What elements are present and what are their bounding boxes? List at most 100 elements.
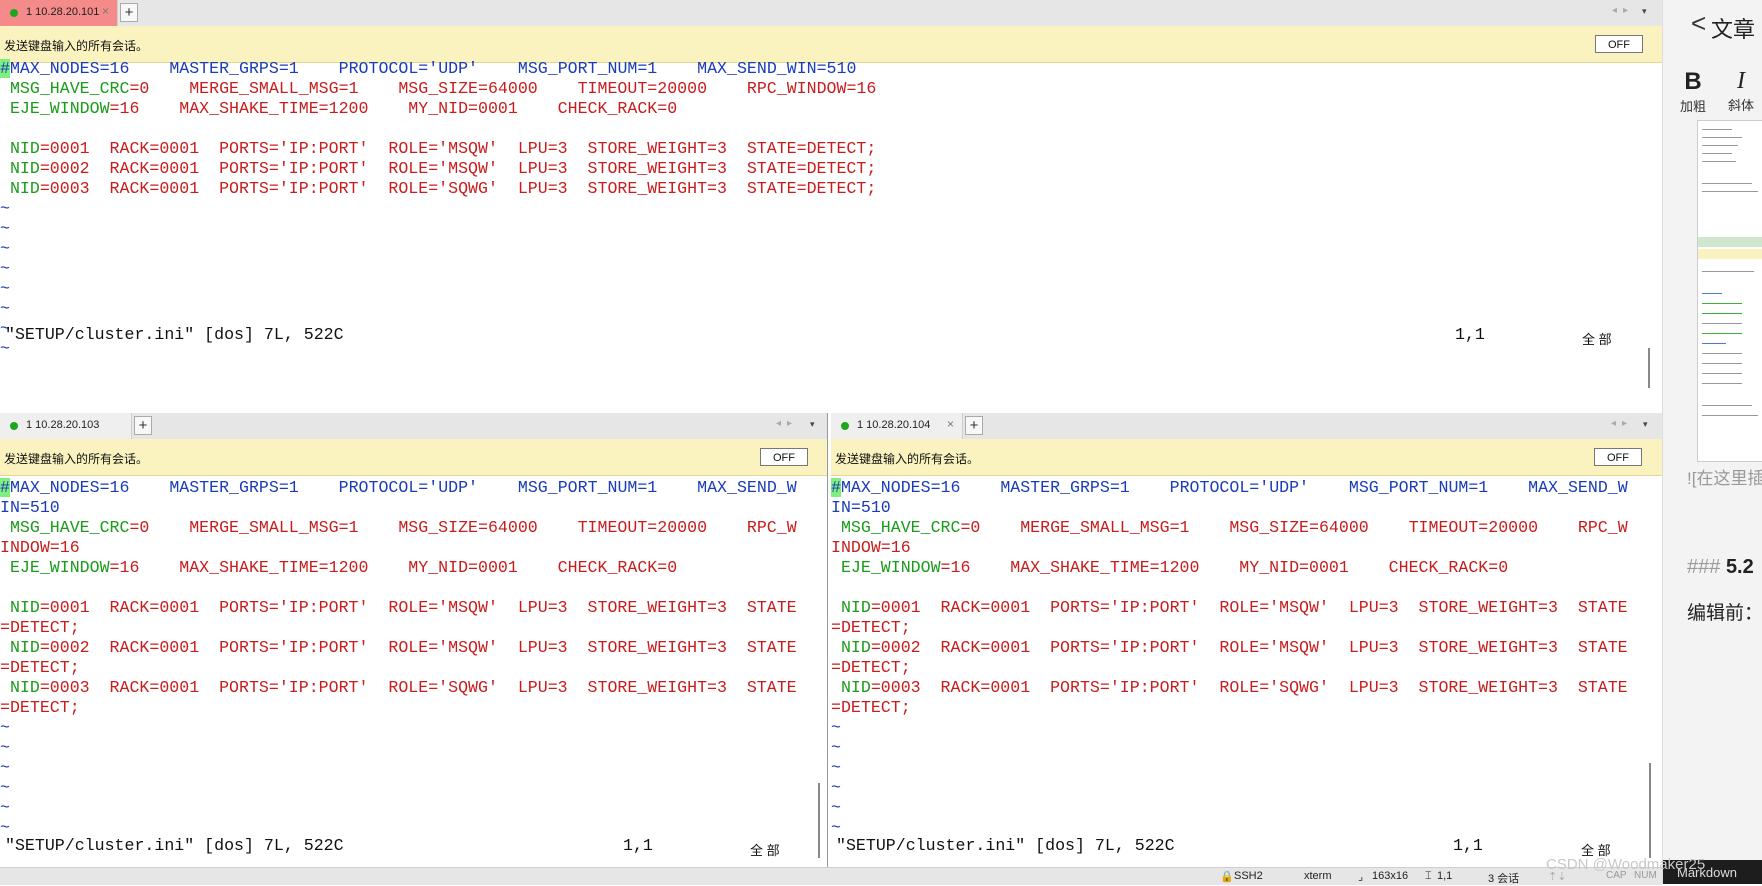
buffer-text: TIMEOUT=20000 [577,518,747,537]
connected-icon [10,422,18,430]
buffer-line: NID=0002 RACK=0001 PORTS='IP:PORT' ROLE=… [0,638,827,658]
tab-session-101[interactable]: 1 10.28.20.101 × [0,0,118,26]
broadcast-text: 发送键盘输入的所有会话。 [4,452,149,466]
buffer-line: NID=0001 RACK=0001 PORTS='IP:PORT' ROLE=… [831,598,1662,618]
buffer-text: CHECK_RACK=0 [557,558,678,577]
add-tab-button[interactable]: + [965,416,983,435]
buffer-text: PROTOCOL='UDP' [338,478,518,497]
vim-buffer-bottom-left[interactable]: #MAX_NODES=16 MASTER_GRPS=1 PROTOCOL='UD… [0,478,827,838]
back-icon[interactable]: < [1691,8,1706,39]
sidebar-title: 文章 [1711,17,1756,42]
buffer-text: =0001 RACK=0001 PORTS='IP:PORT' ROLE='MS… [39,598,797,617]
text-cursor: # [831,478,841,497]
buffer-text: MSG_PORT_NUM=1 [1348,478,1529,497]
buffer-text: MAX_NODES [9,59,100,78]
buffer-text: MSG_HAVE_CRC [831,518,961,537]
empty-line-marker: ~ [0,798,10,817]
buffer-text: MY_NID=0001 [1239,558,1389,577]
buffer-text: MERGE_SMALL_MSG=1 [189,79,399,98]
buffer-text: =0 [960,518,1021,537]
app-status-bar: 🔒 SSH2 xterm ⌟ 163x16 ⌶ 1,1 3 会话 ⇡⇣ CAP … [0,867,1662,885]
scrollbar[interactable] [1648,348,1650,388]
vim-scroll-indicator: 全 部 [750,843,780,858]
broadcast-off-button[interactable]: OFF [1594,448,1642,466]
empty-line-marker: ~ [0,279,10,298]
screenshot-thumbnail [1697,120,1762,462]
vim-buffer-top[interactable]: #MAX_NODES=16 MASTER_GRPS=1 PROTOCOL='UD… [0,59,1662,359]
buffer-line: NID=0002 RACK=0001 PORTS='IP:PORT' ROLE=… [831,638,1662,658]
image-placeholder-text: ![在这里插 [1687,469,1762,488]
buffer-line: #MAX_NODES=16 MASTER_GRPS=1 PROTOCOL='UD… [831,478,1662,498]
buffer-text: MAX_NODES [840,478,931,497]
buffer-line: #MAX_NODES=16 MASTER_GRPS=1 PROTOCOL='UD… [0,59,1662,79]
buffer-text: =0003 RACK=0001 PORTS='IP:PORT' ROLE='SQ… [39,678,797,697]
buffer-text: EJE_WINDOW [0,99,110,118]
buffer-text: EJE_WINDOW [0,558,110,577]
buffer-line: =DETECT; [831,618,1662,638]
scrollbar[interactable] [818,783,820,858]
italic-button[interactable]: I 斜体 [1723,68,1759,114]
add-tab-button[interactable]: + [134,416,152,435]
close-icon[interactable]: × [102,4,109,18]
vim-scroll-indicator: 全 部 [1582,332,1612,347]
cursor-icon: ⌶ [1425,870,1432,882]
terminal-pane-bottom-right[interactable]: 1 10.28.20.104 × + ◂▸ ▾ 发送键盘输入的所有会话。 OFF… [831,413,1662,867]
buffer-line: EJE_WINDOW=16 MAX_SHAKE_TIME=1200 MY_NID… [831,558,1662,578]
buffer-line: INDOW=16 [0,538,827,558]
tab-scroll-icons[interactable]: ◂▸ [1611,418,1633,429]
empty-line-marker: ~ [0,219,10,238]
tab-session-104[interactable]: 1 10.28.20.104 × [831,413,963,439]
empty-line-marker: ~ [0,758,10,777]
buffer-text: =0002 RACK=0001 PORTS='IP:PORT' ROLE='MS… [39,638,797,657]
add-tab-button[interactable]: + [120,3,138,22]
buffer-text: =16 [109,99,180,118]
buffer-text: RPC_WINDOW=16 [746,79,877,98]
empty-line-marker: ~ [0,299,10,318]
broadcast-off-button[interactable]: OFF [760,448,808,466]
broadcast-off-button[interactable]: OFF [1595,35,1643,53]
empty-line-marker: ~ [0,718,10,737]
close-icon[interactable]: × [947,417,954,431]
buffer-text: =DETECT; [831,698,911,717]
empty-line-marker: ~ [831,778,841,797]
buffer-text: NID [0,159,40,178]
tab-scroll-icons[interactable]: ◂▸ [1612,5,1634,16]
buffer-text: RPC_W [746,518,797,537]
buffer-text: MASTER_GRPS=1 [1000,478,1170,497]
tab-menu-icon[interactable]: ▾ [1643,419,1648,430]
empty-line-marker: ~ [0,778,10,797]
buffer-text: =0001 RACK=0001 PORTS='IP:PORT' ROLE='MS… [870,598,1628,617]
terminal-pane-top[interactable]: 1 10.28.20.101 × + ◂▸ ▾ 发送键盘输入的所有会话。 OFF… [0,0,1663,410]
scrollbar[interactable] [1649,763,1651,858]
buffer-text: =DETECT; [0,618,80,637]
buffer-line: NID=0003 RACK=0001 PORTS='IP:PORT' ROLE=… [831,678,1662,698]
buffer-text: MERGE_SMALL_MSG=1 [1020,518,1230,537]
tab-session-103[interactable]: 1 10.28.20.103 [0,413,132,439]
empty-line-marker: ~ [831,798,841,817]
buffer-text: MY_NID=0001 [408,558,558,577]
buffer-line: NID=0001 RACK=0001 PORTS='IP:PORT' ROLE=… [0,139,1662,159]
buffer-text: PROTOCOL='UDP' [1169,478,1349,497]
buffer-text: NID [0,139,40,158]
text-cursor: # [0,59,10,78]
terminal-pane-bottom-left[interactable]: 1 10.28.20.103 + ◂▸ ▾ 发送键盘输入的所有会话。 OFF #… [0,413,828,867]
broadcast-bar-bottom-right: 发送键盘输入的所有会话。 OFF [831,439,1662,476]
buffer-text: NID [0,678,40,697]
tab-bar-bottom-right: 1 10.28.20.104 × + ◂▸ ▾ [831,413,1662,440]
heading-number: 5.2 [1725,556,1754,578]
buffer-text: =DETECT; [0,658,80,677]
tab-menu-icon[interactable]: ▾ [1642,6,1647,17]
buffer-text: =16 [109,558,180,577]
buffer-line: NID=0003 RACK=0001 PORTS='IP:PORT' ROLE=… [0,678,827,698]
vim-buffer-bottom-right[interactable]: #MAX_NODES=16 MASTER_GRPS=1 PROTOCOL='UD… [831,478,1662,838]
tab-menu-icon[interactable]: ▾ [810,419,815,430]
buffer-text: =16 [940,558,1011,577]
bold-button[interactable]: B 加粗 [1675,68,1711,115]
tab-scroll-icons[interactable]: ◂▸ [776,418,798,429]
buffer-text: =16 [930,478,1001,497]
heading-marks: ### [1687,556,1721,578]
buffer-text: =0001 RACK=0001 PORTS='IP:PORT' ROLE='MS… [39,139,877,158]
buffer-text: MASTER_GRPS=1 [169,478,339,497]
buffer-text: =16 [99,478,170,497]
buffer-line: EJE_WINDOW=16 MAX_SHAKE_TIME=1200 MY_NID… [0,99,1662,119]
